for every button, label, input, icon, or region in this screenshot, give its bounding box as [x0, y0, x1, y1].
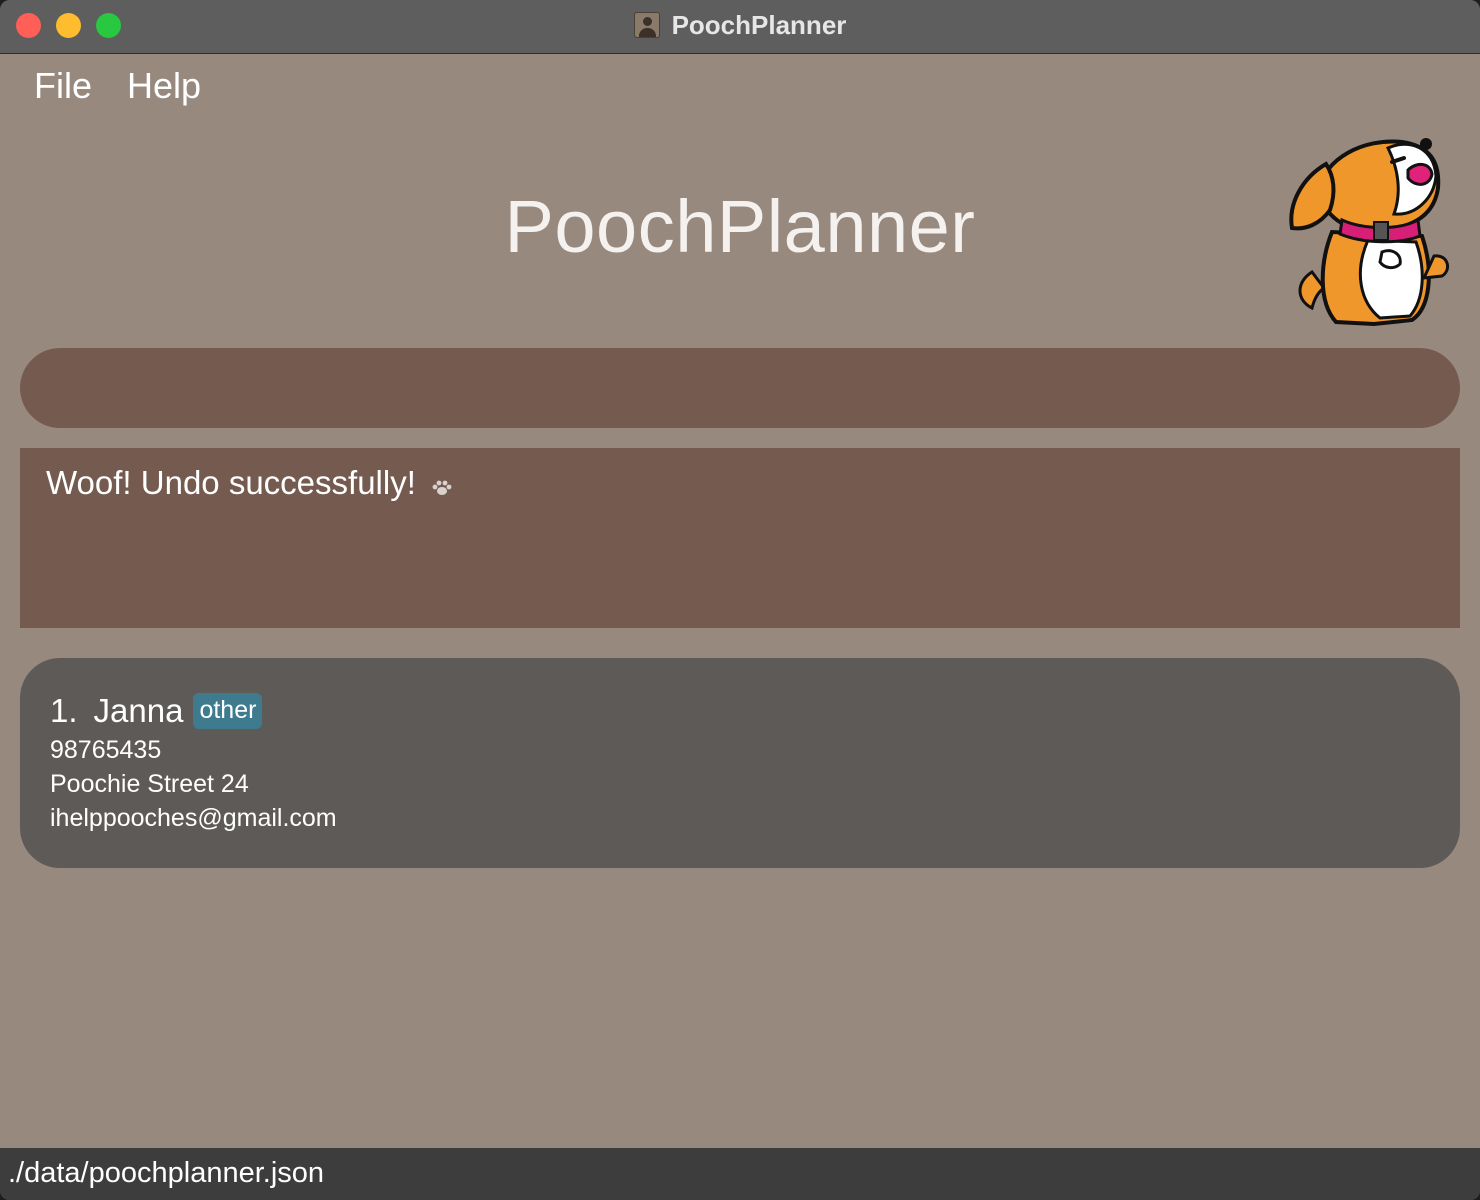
result-message: Woof! Undo successfully! [46, 464, 416, 501]
app-window: PoochPlanner File Help PoochPlanner Woof [0, 0, 1480, 1200]
menu-bar: File Help [0, 55, 1480, 119]
dog-mascot-icon [1289, 138, 1450, 327]
app-heading: PoochPlanner [504, 185, 976, 268]
status-bar: ./data/poochplanner.json [0, 1148, 1480, 1200]
person-phone: 98765435 [50, 736, 162, 764]
command-box[interactable] [20, 348, 1460, 428]
result-message-row: Woof! Undo successfully! [46, 464, 453, 502]
menu-file[interactable]: File [34, 65, 92, 107]
title-wrap: PoochPlanner [0, 8, 1480, 42]
person-list[interactable]: 1. Janna other 98765435 Poochie Street 2… [20, 658, 1460, 868]
person-index: 1. [50, 692, 78, 729]
command-input[interactable] [20, 348, 1460, 428]
status-file-path: ./data/poochplanner.json [8, 1157, 325, 1189]
person-card-header: 1. Janna other [50, 692, 263, 730]
title-bar: PoochPlanner [0, 0, 1480, 54]
menu-help[interactable]: Help [127, 65, 201, 107]
result-display: Woof! Undo successfully! [20, 448, 1460, 628]
person-address: Poochie Street 24 [50, 770, 249, 798]
person-email: ihelppooches@gmail.com [50, 804, 337, 832]
window-title: PoochPlanner [671, 9, 847, 40]
person-name: Janna [93, 692, 184, 729]
app-icon [633, 12, 660, 38]
person-tag: other [193, 693, 263, 729]
paw-icon [432, 480, 452, 495]
